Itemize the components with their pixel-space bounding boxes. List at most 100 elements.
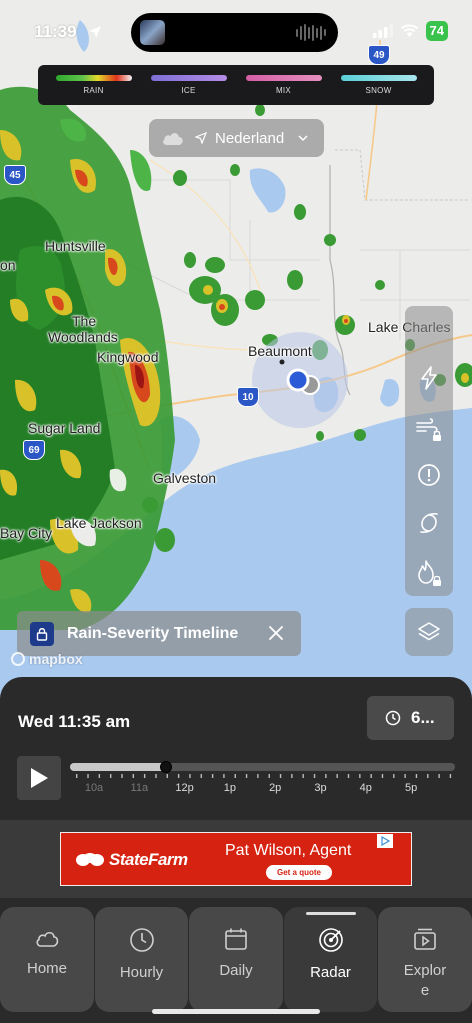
city-label-partial: on [0, 257, 16, 273]
timeline-tick [223, 774, 225, 778]
legend-item-mix: MIX [244, 65, 324, 105]
timeline-tick [370, 774, 372, 778]
fire-icon [418, 560, 441, 586]
time-range-button[interactable]: 6... [367, 696, 454, 740]
timeline-progress-fill [70, 763, 167, 771]
rain-severity-timeline-banner[interactable]: Rain-Severity Timeline [17, 611, 301, 656]
ad-logo: StateFarm [75, 850, 188, 870]
tab-label: Home [26, 960, 67, 977]
clock-icon [129, 928, 154, 952]
timeline-tick-label: 11a [130, 782, 149, 794]
timeline-tick [155, 774, 157, 778]
timeline-tick [257, 774, 259, 778]
timeline-tick [109, 774, 112, 778]
timeline-tick-label: 3p [314, 782, 327, 794]
legend-bar-ice [150, 75, 227, 81]
lightning-icon [421, 366, 437, 390]
adchoices-icon[interactable] [377, 834, 393, 848]
timeline-tick [98, 774, 101, 778]
timeline-tick [336, 774, 338, 778]
legend-label: MIX [275, 86, 292, 95]
map-layer-toolbar [405, 306, 453, 596]
timeline-tick-label: 5p [404, 782, 418, 794]
alert-icon [418, 464, 440, 486]
timeline-tick [393, 774, 395, 778]
mapbox-attribution[interactable]: mapbox [11, 651, 83, 667]
wind-layer-button[interactable] [405, 408, 453, 448]
city-label-woodlands: Woodlands [48, 329, 118, 345]
chevron-down-icon [298, 135, 308, 142]
interstate-shield-69: 69 [23, 440, 45, 460]
mapbox-logo-icon [11, 652, 25, 666]
precipitation-legend: RAIN ICE MIX SNOW [38, 65, 434, 105]
timeline-tick [200, 774, 202, 778]
timeline-tick-label: 10a [84, 782, 104, 794]
time-range-label: 6... [411, 708, 435, 727]
timeline-tick [189, 774, 191, 778]
status-time: 11:39 [34, 22, 77, 41]
city-label-huntsville: Huntsville [45, 238, 106, 254]
legend-label: ICE [181, 86, 196, 95]
location-arrow-icon [89, 26, 101, 38]
ad-brand: StateFarm [109, 850, 188, 869]
timeline-tick [279, 774, 282, 778]
timeline-tick [359, 774, 361, 778]
tab-hourly[interactable]: Hourly [95, 907, 188, 1012]
play-button[interactable] [17, 756, 61, 800]
city-label-galveston: Galveston [153, 470, 217, 486]
state-farm-ovals-icon [76, 853, 104, 866]
tab-label: Hourly [119, 964, 164, 981]
lightning-layer-button[interactable] [405, 358, 453, 398]
timeline-tick [234, 774, 236, 778]
clock-icon [385, 710, 401, 726]
timeline-tick [313, 774, 316, 778]
interstate-shield-10: 10 [237, 387, 259, 407]
status-bar: 11:39 74 [0, 0, 472, 62]
map-base [0, 18, 472, 700]
tab-home[interactable]: Home [0, 907, 94, 1012]
city-label-bay-city: Bay City [0, 525, 53, 541]
tropical-layer-button[interactable] [405, 503, 453, 543]
ad-cta-button[interactable]: Get a quote [266, 865, 333, 880]
dynamic-island[interactable] [131, 13, 338, 52]
map-layers-button[interactable] [405, 608, 453, 656]
now-playing-artwork [140, 20, 165, 45]
timeline-tick [438, 774, 440, 778]
audio-waveform-icon [296, 24, 326, 41]
tab-label: Radar [310, 964, 351, 981]
timeline-tick [415, 774, 418, 778]
location-selector[interactable]: Nederland [149, 119, 324, 157]
timeline-tick [427, 774, 429, 778]
legend-bar-mix [245, 75, 322, 81]
wind-icon [416, 418, 441, 441]
city-label-beaumont: Beaumont [248, 343, 312, 359]
legend-item-rain: RAIN [54, 65, 134, 105]
legend-label: RAIN [83, 86, 104, 95]
close-icon[interactable] [267, 624, 285, 642]
timeline-tick [211, 774, 214, 778]
tab-radar[interactable]: Radar [284, 907, 377, 1012]
banner-ad[interactable]: StateFarm Pat Wilson, Agent Get a quote [60, 832, 412, 886]
mapbox-wordmark: mapbox [29, 651, 83, 667]
fire-layer-button[interactable] [405, 553, 453, 593]
battery-indicator: 74 [425, 21, 448, 41]
timeline-tick [268, 774, 270, 778]
timeline-tick-label: 12p [175, 782, 194, 794]
timeline-tick [76, 774, 78, 778]
legend-label: SNOW [365, 86, 392, 95]
timeline-scrubber[interactable] [70, 761, 455, 773]
home-indicator [152, 1009, 320, 1014]
ad-agent-name: Pat Wilson, Agent [225, 842, 352, 859]
timeline-tick [325, 774, 327, 778]
timeline-tick [404, 774, 406, 778]
interstate-shield-45: 45 [4, 165, 26, 185]
timeline-tick [143, 774, 146, 778]
timeline-tick [166, 774, 168, 778]
tab-explore[interactable]: Explor e [378, 907, 472, 1012]
tab-daily[interactable]: Daily [189, 907, 283, 1012]
alerts-layer-button[interactable] [405, 455, 453, 495]
timeline-tick [87, 774, 89, 778]
radar-map[interactable]: Huntsville The Woodlands Kingwood Beaumo… [0, 0, 472, 700]
timeline-tick [347, 774, 350, 778]
legend-bar-snow [340, 75, 417, 81]
